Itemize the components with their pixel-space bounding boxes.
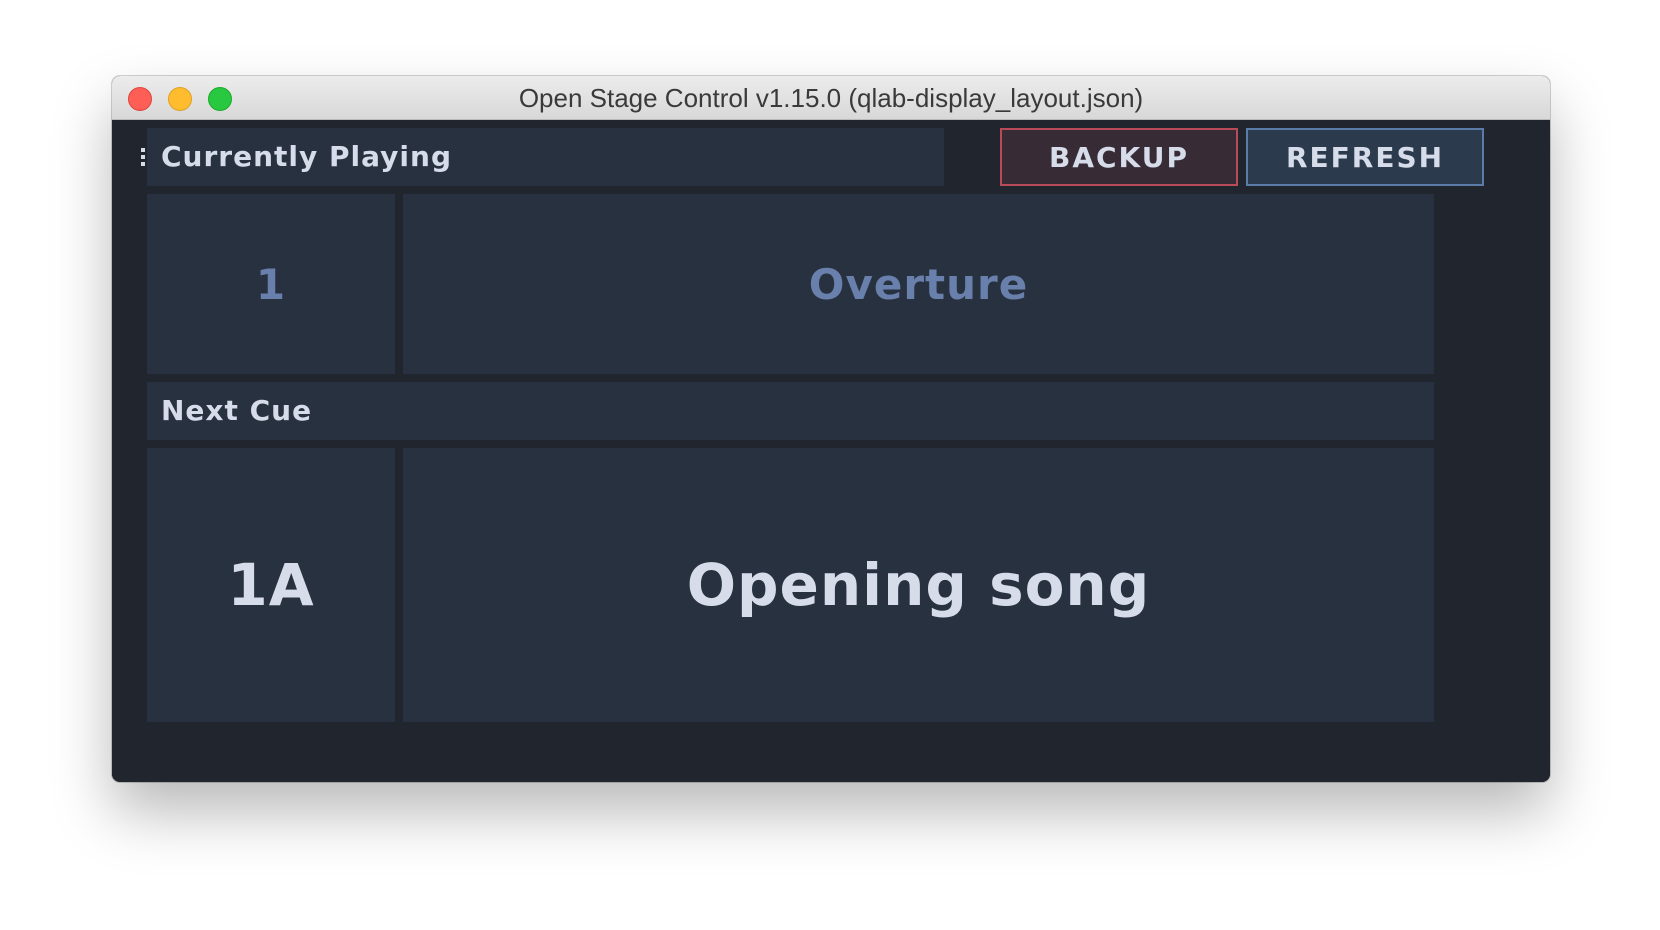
current-cue-number-panel: 1 xyxy=(147,194,395,374)
window-title: Open Stage Control v1.15.0 (qlab-display… xyxy=(518,83,1144,113)
layout-content: Currently Playing BACKUP REFRESH 1 Overt… xyxy=(112,120,1550,782)
currently-playing-label: Currently Playing xyxy=(161,140,452,173)
currently-playing-header: Currently Playing xyxy=(141,128,944,186)
next-cue-number-panel: 1A xyxy=(147,448,395,722)
refresh-button[interactable]: REFRESH xyxy=(1246,128,1484,186)
drag-handle-icon[interactable] xyxy=(141,148,145,166)
backup-button[interactable]: BACKUP xyxy=(1000,128,1238,186)
next-cue-header: Next Cue xyxy=(147,382,1434,440)
next-cue-name: Opening song xyxy=(686,551,1151,619)
title-bar[interactable]: Open Stage Control v1.15.0 (qlab-display… xyxy=(112,76,1550,120)
next-cue-number: 1A xyxy=(227,551,315,619)
app-window: Open Stage Control v1.15.0 (qlab-display… xyxy=(112,76,1550,782)
current-cue-name: Overture xyxy=(808,259,1029,309)
next-cue-label: Next Cue xyxy=(161,394,313,427)
current-cue-name-panel: Overture xyxy=(403,194,1434,374)
next-cue-name-panel: Opening song xyxy=(403,448,1434,722)
current-cue-number: 1 xyxy=(255,259,287,309)
